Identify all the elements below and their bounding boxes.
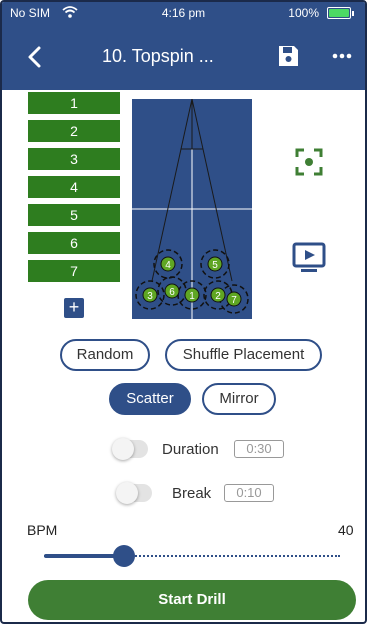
svg-text:5: 5	[212, 260, 218, 271]
start-drill-button[interactable]: Start Drill	[28, 580, 356, 620]
placement-item[interactable]: 4	[28, 176, 120, 198]
placement-marker[interactable]: 3	[142, 287, 158, 303]
placement-item[interactable]: 7	[28, 260, 120, 282]
battery-charging-icon	[327, 7, 354, 19]
placement-marker[interactable]: 1	[184, 287, 200, 303]
app-frame: No SIM 4:16 pm 100% 10. Topspin ... 1 2 …	[0, 0, 367, 624]
break-time-field[interactable]: 0:10	[224, 484, 274, 502]
placement-marker[interactable]: 2	[210, 287, 226, 303]
placement-item[interactable]: 5	[28, 204, 120, 226]
mirror-button[interactable]: Mirror	[202, 383, 276, 415]
battery-percent: 100%	[288, 6, 319, 20]
random-button[interactable]: Random	[60, 339, 150, 371]
bpm-label: BPM	[27, 522, 58, 538]
duration-label: Duration	[162, 441, 219, 458]
plus-icon: +	[68, 297, 80, 317]
nav-bar: 10. Topspin ...	[2, 24, 365, 90]
page-title: 10. Topspin ...	[102, 46, 214, 66]
status-bar: No SIM 4:16 pm 100%	[2, 2, 365, 24]
wifi-icon	[62, 6, 78, 18]
placement-marker[interactable]: 5	[207, 256, 223, 272]
slider-thumb[interactable]	[112, 545, 135, 567]
bpm-slider[interactable]	[44, 544, 340, 568]
placement-marker[interactable]: 7	[226, 291, 242, 307]
svg-text:2: 2	[215, 291, 221, 302]
svg-text:4: 4	[165, 260, 171, 271]
focus-frame-icon[interactable]	[294, 147, 324, 177]
table-diagram: 4 5 3 6 1 2 7	[130, 97, 254, 321]
shuffle-placement-button[interactable]: Shuffle Placement	[165, 339, 322, 371]
placement-list: 1 2 3 4 5 6 7	[28, 92, 120, 288]
placement-marker[interactable]: 4	[160, 256, 176, 272]
add-placement-button[interactable]: +	[64, 298, 84, 318]
play-preview-icon[interactable]	[292, 242, 326, 274]
scatter-button[interactable]: Scatter	[109, 383, 191, 415]
bpm-value: 40	[338, 522, 354, 538]
break-label: Break	[172, 485, 212, 502]
placement-item[interactable]: 6	[28, 232, 120, 254]
placement-item[interactable]: 3	[28, 148, 120, 170]
placement-item[interactable]: 1	[28, 92, 120, 114]
svg-text:6: 6	[169, 287, 175, 298]
svg-text:1: 1	[189, 291, 195, 302]
placement-marker[interactable]: 6	[164, 283, 180, 299]
svg-text:3: 3	[147, 291, 153, 302]
placement-markers: 4 5 3 6 1 2 7	[135, 249, 249, 314]
more-horizontal-icon[interactable]	[328, 42, 356, 70]
placement-item[interactable]: 2	[28, 120, 120, 142]
duration-time-field[interactable]: 0:30	[234, 440, 284, 458]
clock: 4:16 pm	[161, 6, 206, 20]
chevron-left-icon[interactable]	[20, 42, 50, 72]
break-toggle[interactable]	[116, 482, 152, 504]
save-icon[interactable]	[274, 42, 302, 70]
duration-toggle[interactable]	[112, 438, 148, 460]
carrier-label: No SIM	[10, 6, 51, 20]
svg-text:7: 7	[231, 295, 237, 306]
